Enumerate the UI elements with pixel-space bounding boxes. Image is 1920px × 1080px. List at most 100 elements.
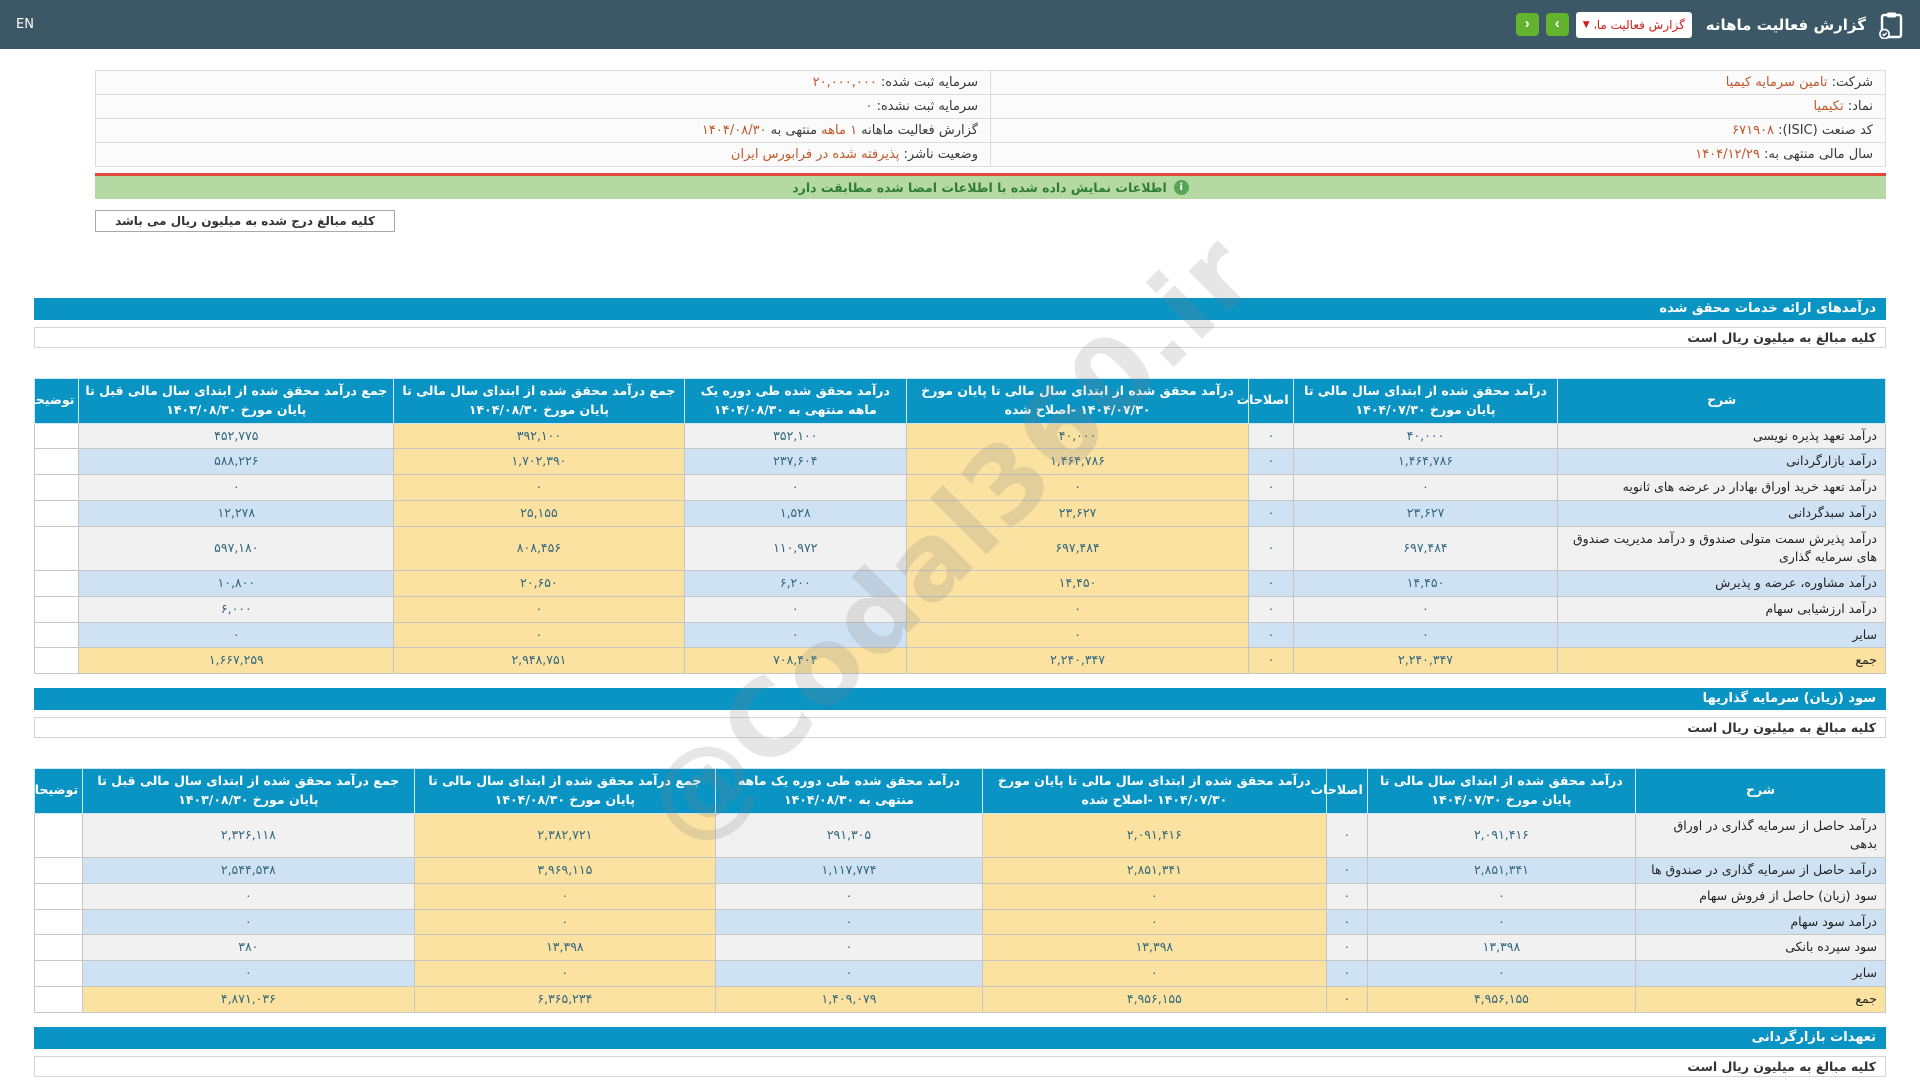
table-row: سایر ۰ ۰ ۰ ۰ ۰ ۰ [33, 960, 1886, 987]
signature-match-notice: i اطلاعات نمایش داده شده با اطلاعات امضا… [95, 176, 1886, 199]
table-row: درآمد پذیرش سمت متولی صندوق و درآمد مدیر… [33, 525, 1886, 571]
sections: درآمدهای ارائه خدمات محقق شده کلیه مبالغ … [19, 298, 1886, 1077]
section-title-bar: سود (زیان) سرمایه گذاریها [34, 688, 1886, 710]
section-unit-note: کلیه مبالغ به میلیون ریال است [34, 1055, 1886, 1077]
info-value: ۲۰,۰۰۰,۰۰۰ [812, 75, 877, 90]
info-label: نماد: [1843, 99, 1873, 114]
table-row: درآمد سود سهام ۰ ۰ ۰ ۰ ۰ ۰ [33, 908, 1886, 936]
cell-value: ۰ [683, 595, 907, 623]
cell-value: ۳۵۲,۱۰۰ [683, 422, 907, 450]
cell-value: ۱۰,۸۰۰ [78, 570, 395, 597]
row-notes [33, 985, 84, 1013]
column-header: جمع درآمد محقق شده از ابتدای سال مالی تا… [413, 768, 717, 814]
cell-value: ۰ [82, 882, 415, 910]
cell-value: ۴۰,۰۰۰ [1292, 422, 1559, 450]
cell-value: ۰ [1248, 595, 1294, 623]
cell-value: ۰ [78, 621, 395, 649]
unit-note-box: کلیه مبالغ درج شده به میلیون ریال می باش… [95, 210, 395, 232]
cell-value: ۰ [1248, 647, 1294, 674]
cell-value: ۰ [1292, 595, 1559, 623]
table-row: درآمد تعهد خرید اوراق بهادار در عرضه های… [33, 474, 1886, 501]
cell-value: ۵۸۸,۲۲۶ [78, 448, 395, 475]
row-notes [33, 448, 80, 475]
language-toggle[interactable]: EN [16, 17, 34, 32]
company-info-cell-right: کد صنعت (ISIC): ۶۷۱۹۰۸ [990, 118, 1886, 143]
chevron-down-icon: ▼ [1582, 19, 1590, 30]
cell-value: ۱۳,۳۹۸ [981, 934, 1328, 961]
cell-value: ۰ [78, 474, 395, 501]
row-notes [33, 422, 80, 450]
data-table-1: شرح درآمد محقق شده از ابتدای سال مالی تا … [19, 378, 1886, 674]
cell-value: ۲۳,۶۲۷ [905, 499, 1250, 527]
cell-value: ۴۵۲,۷۷۵ [78, 422, 395, 450]
cell-value: ۲۰,۶۵۰ [393, 570, 685, 597]
cell-value: ۲,۰۹۱,۴۱۶ [1366, 812, 1637, 858]
cell-value: ۰ [1292, 474, 1559, 501]
row-notes [33, 647, 80, 674]
cell-value: ۶۹۷,۴۸۴ [1292, 525, 1559, 571]
column-header: اصلاحات [1311, 768, 1368, 814]
column-header: جمع درآمد محقق شده از ابتدای سال مالی قب… [82, 768, 415, 814]
company-info-cell-left: سرمایه ثبت نشده: ۰ [95, 94, 991, 119]
cell-value: ۲,۳۸۲,۷۲۱ [413, 812, 717, 858]
info-value: ۱ ماهه [821, 123, 858, 138]
row-label: درآمد حاصل از سرمایه گذاری در صندوق ها [1635, 857, 1886, 884]
company-info-cell-left: گزارش فعالیت ماهانه ۱ ماهه منتهی به ۱۴۰۴… [95, 118, 991, 143]
cell-value: ۲,۲۴۰,۳۴۷ [1292, 647, 1559, 674]
info-value: تکیمیا [1813, 99, 1844, 114]
cell-value: ۱,۴۶۴,۷۸۶ [905, 448, 1250, 475]
next-report-button[interactable]: › [1545, 13, 1569, 36]
row-notes [33, 934, 84, 961]
topbar: گزارش فعالیت ماهانه گزارش فعالیت ماهانه … [0, 0, 1920, 49]
section-title: تعهدات بازارگردانی [1751, 1029, 1876, 1045]
previous-report-button[interactable]: ‹ [1515, 13, 1539, 36]
data-table-2: شرح درآمد محقق شده از ابتدای سال مالی تا … [22, 768, 1886, 1013]
table-row: سود (زیان) حاصل از فروش سهام ۰ ۰ ۰ ۰ ۰ ۰ [33, 882, 1886, 910]
cell-value: ۲۵,۱۵۵ [393, 499, 685, 527]
cell-value: ۰ [82, 908, 415, 936]
row-notes [33, 499, 80, 527]
company-info-row: نماد: تکیمیا سرمایه ثبت نشده: ۰ [95, 94, 1886, 119]
company-info-cell-right: نماد: تکیمیا [990, 94, 1886, 119]
cell-value: ۴,۹۵۶,۱۵۵ [981, 985, 1328, 1013]
table-row: سایر ۰ ۰ ۰ ۰ ۰ ۰ [33, 621, 1886, 649]
section-title: درآمدهای ارائه خدمات محقق شده [1659, 301, 1876, 316]
cell-value: ۳,۹۶۹,۱۱۵ [413, 857, 717, 884]
column-header: درآمد محقق شده طی دوره یک ماهه منتهی به … [715, 768, 983, 814]
cell-value: ۰ [981, 908, 1328, 936]
table-row: درآمد حاصل از سرمایه گذاری در اوراق بدهی… [33, 812, 1886, 858]
cell-value: ۰ [715, 934, 983, 961]
cell-value: ۰ [981, 960, 1328, 987]
cell-value: ۰ [683, 621, 907, 649]
cell-value: ۶۹۷,۴۸۴ [905, 525, 1250, 571]
row-label: سود سپرده بانکی [1635, 934, 1886, 961]
cell-value: ۱۴,۴۵۰ [1292, 570, 1559, 597]
column-header: اصلاحات [1237, 378, 1294, 424]
page: { "colors": { "topbar": "#3c5766", "head… [0, 0, 1920, 1080]
cell-value: ۲۹۱,۳۰۵ [715, 812, 983, 858]
row-label: درآمد تعهد خرید اوراق بهادار در عرضه های… [1557, 474, 1886, 501]
cell-value: ۱۴,۴۵۰ [905, 570, 1250, 597]
info-label: سال مالی منتهی به: [1759, 147, 1873, 162]
column-header: درآمد محقق شده از ابتدای سال مالی تا پای… [1292, 378, 1559, 424]
total-row: جمع ۲,۲۴۰,۳۴۷ ۰ ۲,۲۴۰,۳۴۷ ۷۰۸,۴۰۴ ۲,۹۴۸,۷۵۱ ۱,… [33, 647, 1886, 674]
cell-value: ۱۲,۲۷۸ [78, 499, 395, 527]
header-row: شرح درآمد محقق شده از ابتدای سال مالی تا … [19, 378, 1886, 424]
row-notes [33, 960, 84, 987]
cell-value: ۰ [1248, 525, 1294, 571]
cell-value: ۰ [393, 595, 685, 623]
cell-value: ۰ [1326, 812, 1368, 858]
section-unit-note: کلیه مبالغ به میلیون ریال است [34, 327, 1886, 348]
column-header: شرح [1557, 378, 1886, 424]
info-value: پذیرفته شده در فرابورس ایران [730, 147, 900, 162]
row-label: سایر [1635, 960, 1886, 987]
table-row: درآمد ارزشیابی سهام ۰ ۰ ۰ ۰ ۰ ۶,۰۰۰ [33, 595, 1886, 623]
cell-value: ۰ [413, 882, 717, 910]
cell-value: ۰ [715, 882, 983, 910]
row-label: درآمد پذیرش سمت متولی صندوق و درآمد مدیر… [1557, 525, 1886, 571]
report-type-select[interactable]: گزارش فعالیت ماهانه ▼ [1575, 11, 1692, 38]
company-info-cell-right: شرکت: تامین سرمایه کیمیا [990, 70, 1886, 95]
info-value: ۱۴۰۴/۱۲/۲۹ [1695, 147, 1760, 162]
section-1: درآمدهای ارائه خدمات محقق شده کلیه مبالغ … [19, 298, 1886, 674]
cell-value: ۱,۷۰۲,۳۹۰ [393, 448, 685, 475]
